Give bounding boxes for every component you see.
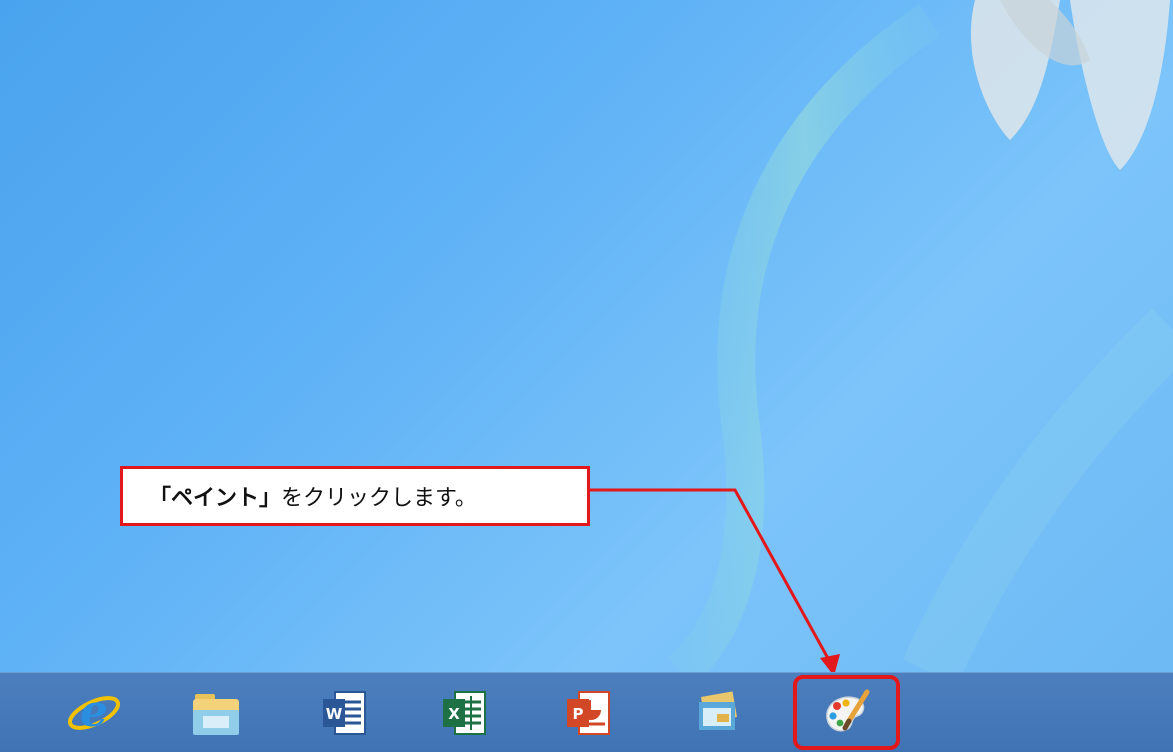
callout-app-name: ペイント: [171, 486, 260, 511]
ie-icon: e: [67, 686, 121, 737]
taskbar-windows-explorer-alt[interactable]: [686, 681, 750, 745]
taskbar: e W X P: [0, 672, 1173, 752]
desktop-background: 「 ペイント 」 をクリックします。: [0, 0, 1173, 672]
callout-instruction-text: をクリックします。: [281, 486, 477, 511]
powerpoint-icon: P: [567, 691, 610, 735]
taskbar-file-explorer[interactable]: [184, 681, 248, 745]
callout-quote-close: 」: [259, 486, 282, 511]
taskbar-internet-explorer[interactable]: e: [62, 681, 126, 745]
excel-icon: X: [443, 691, 486, 735]
taskbar-powerpoint[interactable]: P: [556, 681, 620, 745]
svg-text:P: P: [573, 705, 584, 723]
taskbar-excel[interactable]: X: [432, 681, 496, 745]
instruction-callout: 「 ペイント 」 をクリックします。: [120, 466, 590, 526]
callout-quote-open: 「: [149, 486, 172, 511]
word-icon: W: [323, 691, 366, 735]
folder-icon: [193, 694, 239, 735]
window-icon: [699, 691, 738, 730]
svg-text:W: W: [326, 705, 343, 723]
svg-text:e: e: [80, 686, 108, 737]
desktop-wallpaper-decoration: [667, 0, 1173, 672]
taskbar-word[interactable]: W: [312, 681, 376, 745]
paint-highlight-box: [793, 675, 900, 750]
svg-text:X: X: [448, 705, 460, 723]
